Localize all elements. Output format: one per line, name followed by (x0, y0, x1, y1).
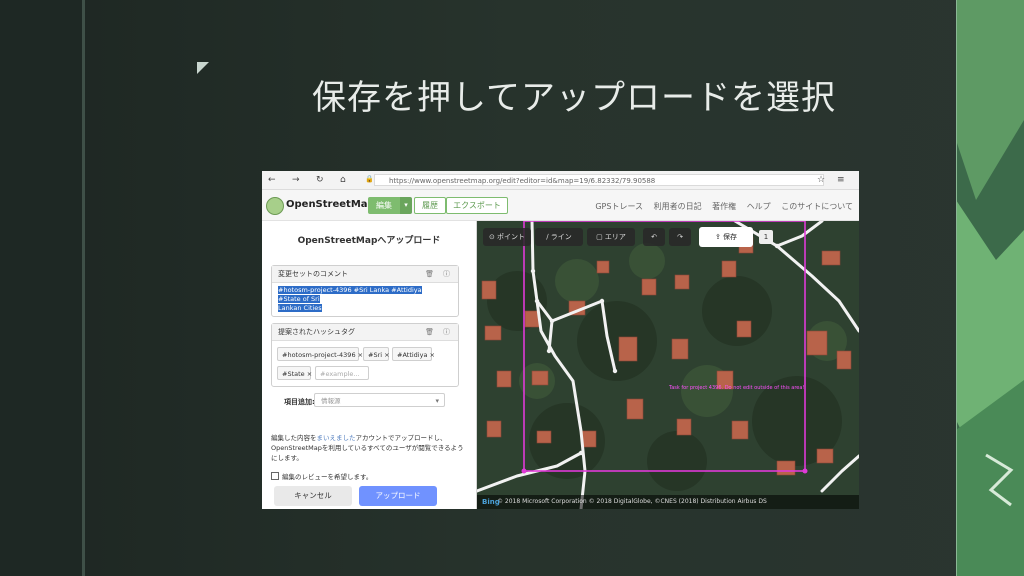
slide-right-decoration (956, 0, 1024, 576)
save-count-badge: 1 (759, 230, 773, 244)
history-button[interactable]: 履歴 (414, 197, 446, 214)
hashtag-field-label: 提案されたハッシュタグ (278, 328, 355, 336)
hashtag-field[interactable]: 提案されたハッシュタグ 🗑 ⓘ #hotosm-project-4396 × #… (271, 323, 459, 387)
slide-left-band (0, 0, 82, 576)
trash-icon[interactable]: 🗑 (425, 266, 434, 282)
undo-icon[interactable]: ↶ (643, 228, 665, 246)
add-point-button[interactable]: ⊙ ポイント (483, 228, 531, 246)
upload-panel-title: OpenStreetMapへアップロード (297, 236, 441, 246)
add-area-button[interactable]: ▢ エリア (587, 228, 635, 246)
info-icon[interactable]: ⓘ (443, 324, 450, 340)
osm-brand[interactable]: OpenStreetMap (286, 199, 375, 210)
chevron-down-icon: ▾ (435, 397, 439, 405)
imagery-attribution: © 2018 Microsoft Corporation © 2018 Digi… (477, 495, 859, 509)
osm-header: OpenStreetMap 編集 ▾ 履歴 エクスポート GPSトレース 利用者… (262, 190, 859, 221)
upload-note: 編集した内容をまいえましたアカウントでアップロードし、OpenStreetMap… (271, 434, 464, 462)
add-line-button[interactable]: ∕ ライン (535, 228, 583, 246)
reload-icon[interactable]: ↻ (316, 174, 324, 186)
save-button[interactable]: ⇪ 保存 (699, 227, 753, 247)
add-field-label: 項目追加: (284, 398, 315, 406)
cancel-button[interactable]: キャンセル (274, 486, 352, 506)
comment-field-label: 変更セットのコメント (278, 270, 348, 278)
review-label: 編集のレビューを希望します。 (282, 473, 373, 481)
account-link[interactable]: まいえました (317, 434, 356, 442)
export-button[interactable]: エクスポート (446, 197, 508, 214)
bookmark-icon[interactable]: ☆ (817, 174, 825, 186)
forward-arrow-icon[interactable]: → (292, 174, 300, 186)
hashtag-field-header: 提案されたハッシュタグ 🗑 ⓘ (272, 324, 458, 341)
edit-dropdown-icon[interactable]: ▾ (400, 197, 412, 214)
add-field-select[interactable]: 情報源 ▾ (314, 393, 445, 407)
browser-menu-icon[interactable]: ≡ (837, 174, 845, 186)
back-arrow-icon[interactable]: ← (268, 174, 276, 186)
comment-text-line1: #hotosm-project-4396 #Sri Lanka #Attidiy… (278, 286, 422, 303)
trash-icon[interactable]: 🗑 (425, 324, 434, 340)
review-checkbox[interactable] (271, 472, 279, 480)
home-icon[interactable]: ⌂ (340, 174, 346, 186)
comment-textarea[interactable]: #hotosm-project-4396 #Sri Lanka #Attidiy… (278, 286, 446, 313)
browser-toolbar: ← → ↻ ⌂ 🔒 https://www.openstreetmap.org/… (262, 171, 859, 190)
upload-icon: ⇪ (714, 233, 721, 241)
upload-button[interactable]: アップロード (359, 486, 437, 506)
nav-link-copyright[interactable]: 著作権 (712, 202, 736, 211)
comment-field[interactable]: 変更セットのコメント 🗑 ⓘ #hotosm-project-4396 #Sri… (271, 265, 459, 317)
redo-icon[interactable]: ↷ (669, 228, 691, 246)
hashtag-chip[interactable]: #Sri × (363, 347, 390, 361)
hashtag-chip[interactable]: #Attidiya × (392, 347, 435, 361)
nav-link-diary[interactable]: 利用者の日記 (654, 202, 702, 211)
comment-field-header: 変更セットのコメント 🗑 ⓘ (272, 266, 458, 283)
bing-logo: Bing (482, 498, 500, 506)
review-checkbox-row[interactable]: 編集のレビューを希望します。 (271, 471, 372, 481)
top-nav-links: GPSトレース 利用者の日記 著作権 ヘルプ このサイトについて (587, 201, 853, 212)
slide-title: 保存を押してアップロードを選択 (312, 78, 836, 118)
browser-screenshot: ← → ↻ ⌂ 🔒 https://www.openstreetmap.org/… (262, 171, 859, 509)
address-bar[interactable]: https://www.openstreetmap.org/edit?edito… (374, 174, 824, 186)
map-view[interactable]: ⊙ ポイント ∕ ライン ▢ エリア ↶ ↷ ⇪ 保存 1 Task for p… (477, 221, 859, 509)
hashtag-chip[interactable]: #hotosm-project-4396 × (277, 347, 363, 361)
nav-link-help[interactable]: ヘルプ (747, 202, 771, 211)
satellite-imagery (477, 221, 859, 509)
hashtag-chip[interactable]: #State × (277, 366, 312, 380)
hashtag-input[interactable]: #example... (315, 366, 369, 380)
upload-sidebar: OpenStreetMapへアップロード 変更セットのコメント 🗑 ⓘ #hot… (262, 221, 477, 509)
osm-logo-icon[interactable] (266, 197, 284, 215)
nav-link-about[interactable]: このサイトについて (781, 202, 853, 211)
edit-button[interactable]: 編集 (368, 197, 400, 214)
slide-left-line (82, 0, 85, 576)
nav-link-gps[interactable]: GPSトレース (595, 202, 643, 211)
title-corner-mark (197, 62, 209, 74)
task-boundary-label: Task for project 4396. Do not edit outsi… (669, 385, 805, 391)
info-icon[interactable]: ⓘ (443, 266, 450, 282)
lock-icon: 🔒 (365, 175, 374, 183)
comment-text-line2: Lankan Cities (278, 304, 322, 312)
